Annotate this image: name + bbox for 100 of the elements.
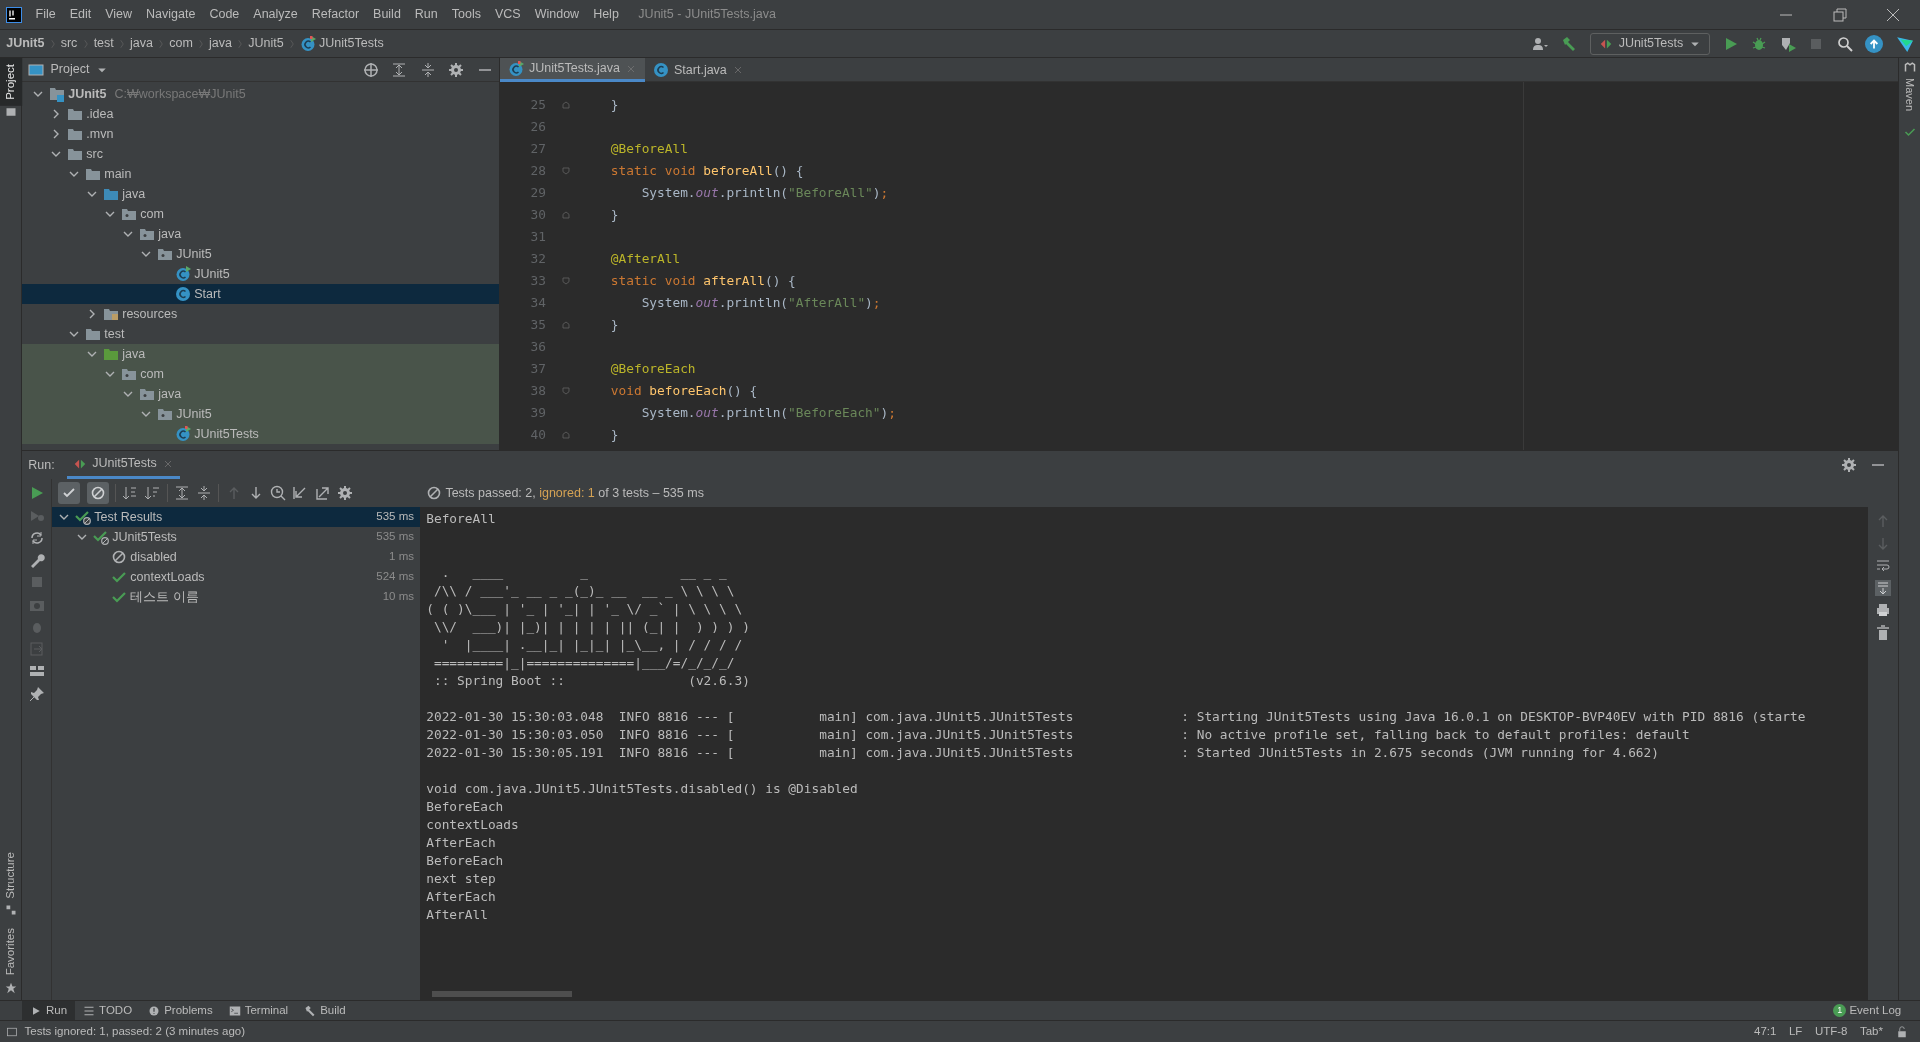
run-tab[interactable]: JUnit5Tests bbox=[67, 451, 180, 479]
editor-tab[interactable]: Start.java bbox=[645, 58, 752, 82]
run-configuration-dropdown[interactable]: JUnit5Tests bbox=[1589, 32, 1711, 55]
tree-row[interactable]: main bbox=[22, 164, 499, 184]
coverage-icon[interactable] bbox=[1779, 35, 1796, 52]
tree-row[interactable]: java bbox=[22, 384, 499, 404]
breadcrumb[interactable]: test bbox=[93, 34, 114, 53]
plugin-icon[interactable] bbox=[1895, 34, 1914, 53]
tool-window-tab[interactable]: Maven bbox=[1897, 76, 1920, 114]
tree-row[interactable]: com bbox=[22, 204, 499, 224]
menu-item[interactable]: Edit bbox=[62, 5, 99, 24]
tree-row[interactable]: .mvn bbox=[22, 124, 499, 144]
toggle-auto-test-icon[interactable] bbox=[28, 529, 45, 546]
soft-wrap-icon[interactable] bbox=[1875, 557, 1891, 574]
history-icon[interactable] bbox=[270, 485, 286, 501]
indent-setting[interactable]: Tab* bbox=[1859, 1022, 1883, 1041]
breadcrumb[interactable]: JUnit5 bbox=[248, 34, 284, 53]
scroll-to-end-icon[interactable] bbox=[1875, 580, 1891, 596]
caret-position[interactable]: 47:1 bbox=[1754, 1022, 1777, 1041]
breadcrumb[interactable]: com bbox=[169, 34, 193, 53]
status-toggle-icon[interactable] bbox=[6, 1025, 19, 1038]
tree-row[interactable]: src bbox=[22, 144, 499, 164]
tree-row[interactable]: JUnit5Tests bbox=[22, 424, 499, 444]
tree-row[interactable]: JUnit5 bbox=[22, 244, 499, 264]
user-icon[interactable] bbox=[1530, 35, 1549, 52]
tool-window-tab[interactable]: Structure bbox=[0, 845, 23, 905]
menu-item[interactable]: Run bbox=[407, 5, 445, 24]
line-number: 34 bbox=[529, 294, 547, 313]
pin-icon[interactable] bbox=[28, 685, 45, 702]
expand-all-icon[interactable] bbox=[173, 485, 190, 501]
tree-label: JUnit5 bbox=[68, 85, 107, 103]
tree-row[interactable]: java bbox=[22, 184, 499, 204]
sort-alpha-icon[interactable] bbox=[122, 485, 138, 501]
breadcrumb[interactable]: JUnit5 bbox=[6, 34, 45, 53]
menu-item[interactable]: Refactor bbox=[304, 5, 367, 24]
code-line: System.out.println("BeforeAll"); bbox=[640, 184, 889, 203]
menu-item[interactable]: Navigate bbox=[139, 5, 203, 24]
tool-window-tab[interactable]: Favorites bbox=[0, 922, 23, 982]
menu-item[interactable]: Analyze bbox=[246, 5, 305, 24]
result-tree-row[interactable]: Test Results 535 ms bbox=[52, 507, 420, 527]
lock-icon[interactable] bbox=[1895, 1025, 1908, 1038]
tool-window-button[interactable]: Build bbox=[296, 1000, 354, 1021]
line-separator[interactable]: LF bbox=[1788, 1022, 1803, 1041]
tool-window-button[interactable]: Terminal bbox=[220, 1000, 297, 1021]
expand-all-icon[interactable] bbox=[391, 61, 408, 78]
menu-item[interactable]: Code bbox=[202, 5, 247, 24]
panel-title[interactable]: Project bbox=[50, 60, 90, 79]
test-duration: 524 ms bbox=[376, 569, 414, 585]
search-icon[interactable] bbox=[1836, 35, 1853, 52]
tree-row[interactable]: com bbox=[22, 364, 499, 384]
show-ignored-toggle[interactable] bbox=[86, 482, 109, 504]
editor-tab[interactable]: JUnit5Tests.java bbox=[500, 58, 645, 82]
menu-item[interactable]: Build bbox=[366, 5, 408, 24]
settings-icon[interactable] bbox=[1841, 457, 1857, 473]
hammer-icon[interactable] bbox=[1561, 35, 1578, 52]
collapse-all-icon[interactable] bbox=[196, 485, 212, 501]
tree-row[interactable]: .idea bbox=[22, 104, 499, 124]
close-icon[interactable] bbox=[1885, 6, 1902, 23]
tree-row[interactable]: test bbox=[22, 324, 499, 344]
tree-row[interactable]: Start bbox=[22, 284, 499, 304]
menu-item[interactable]: Window bbox=[527, 5, 587, 24]
menu-item[interactable]: File bbox=[28, 5, 63, 24]
sort-duration-icon[interactable] bbox=[144, 485, 161, 501]
tree-row[interactable]: JUnit5 bbox=[22, 404, 499, 424]
update-icon[interactable] bbox=[1865, 34, 1884, 53]
result-tree-row[interactable]: disabled 1 ms bbox=[52, 547, 420, 567]
result-tree-row[interactable]: contextLoads 524 ms bbox=[52, 567, 420, 587]
breadcrumb[interactable]: java bbox=[209, 34, 233, 53]
tree-row[interactable]: java bbox=[22, 344, 499, 364]
trash-icon[interactable] bbox=[1875, 624, 1891, 641]
export-icon[interactable] bbox=[314, 485, 331, 501]
settings-icon[interactable] bbox=[448, 61, 465, 78]
breadcrumb[interactable]: JUnit5Tests bbox=[319, 34, 384, 53]
tree-row[interactable]: JUnit5 C:₩workspace₩JUnit5 bbox=[22, 84, 499, 104]
file-encoding[interactable]: UTF-8 bbox=[1814, 1022, 1848, 1041]
tool-window-button[interactable]: Run bbox=[22, 1000, 76, 1021]
menu-item[interactable]: Help bbox=[586, 5, 626, 24]
restore-icon[interactable] bbox=[1831, 6, 1848, 23]
show-passed-toggle[interactable] bbox=[58, 482, 81, 504]
menu-item[interactable]: VCS bbox=[487, 5, 528, 24]
check-icon bbox=[111, 589, 128, 605]
console-line: AfterEach bbox=[426, 834, 497, 853]
event-log-button[interactable]: Event Log bbox=[1849, 1001, 1902, 1020]
result-tree-row[interactable]: 테스트 이름 10 ms bbox=[52, 587, 420, 607]
tree-row[interactable]: resources bbox=[22, 304, 499, 324]
tool-window-button[interactable]: Problems bbox=[140, 1000, 221, 1021]
menu-item[interactable]: Tools bbox=[444, 5, 488, 24]
menu-item[interactable]: View bbox=[98, 5, 140, 24]
collapse-all-icon[interactable] bbox=[419, 61, 436, 78]
print-icon[interactable] bbox=[1875, 602, 1891, 619]
breadcrumb[interactable]: src bbox=[60, 34, 78, 53]
tool-window-button[interactable]: TODO bbox=[75, 1000, 141, 1021]
settings-icon[interactable] bbox=[336, 485, 353, 501]
tree-row[interactable]: java bbox=[22, 224, 499, 244]
tree-row[interactable]: JUnit5 bbox=[22, 264, 499, 284]
tool-window-tab[interactable]: Project bbox=[0, 58, 23, 106]
scrollbar-thumb[interactable] bbox=[432, 990, 572, 997]
result-tree-row[interactable]: JUnit5Tests 535 ms bbox=[52, 527, 420, 547]
breadcrumb[interactable]: java bbox=[130, 34, 153, 53]
locate-icon[interactable] bbox=[362, 61, 379, 78]
